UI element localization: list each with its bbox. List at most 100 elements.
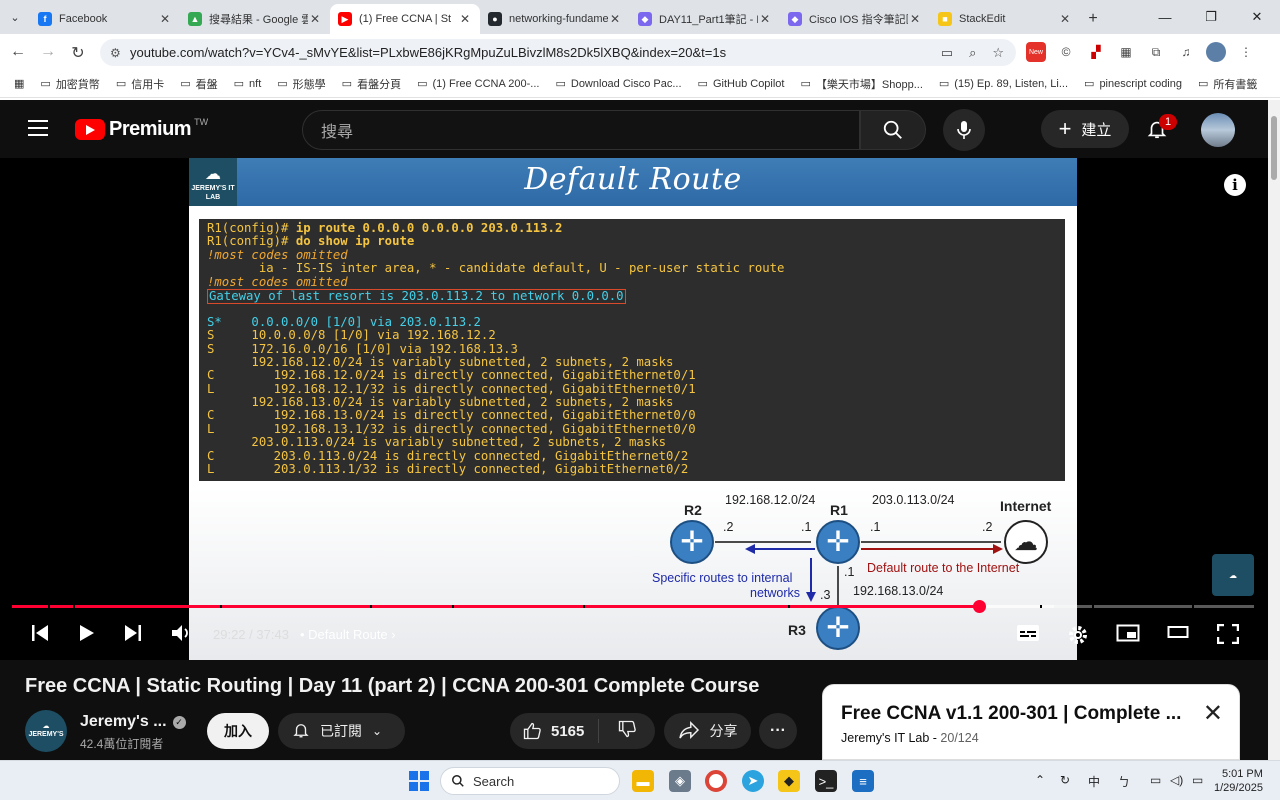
- new-tab-plus-icon[interactable]: +: [1080, 4, 1106, 34]
- bookmark-item[interactable]: ▭ Download Cisco Pac...: [547, 77, 689, 91]
- media-controls-icon[interactable]: ♫: [1176, 42, 1196, 62]
- apps-grid-icon[interactable]: ▦: [10, 77, 32, 90]
- bookmark-item[interactable]: ▭ (15) Ep. 89, Listen, Li...: [931, 77, 1076, 91]
- stackedit-icon[interactable]: ◆: [778, 770, 800, 792]
- search-button[interactable]: [860, 110, 926, 150]
- subtitles-icon[interactable]: [1016, 624, 1040, 647]
- bookmark-item[interactable]: ▭ 【樂天市場】Shopp...: [793, 76, 931, 92]
- page-scrollbar[interactable]: [1268, 100, 1280, 760]
- tab-close-icon[interactable]: ✕: [158, 12, 172, 26]
- tab-search-chevron-icon[interactable]: ⌄: [0, 0, 30, 34]
- channel-avatar[interactable]: ☁ JEREMY'S: [25, 710, 67, 752]
- windows-start-icon[interactable]: [408, 770, 430, 792]
- youtube-premium-logo[interactable]: Premium TW: [75, 117, 208, 141]
- playlist-owner[interactable]: Jeremy's IT Lab: [841, 731, 929, 745]
- playlist-title[interactable]: Free CCNA v1.1 200-301 | Complete ...: [841, 703, 1181, 725]
- tray-overflow-icon[interactable]: ⌃: [1035, 773, 1045, 787]
- restore-icon[interactable]: ❐: [1188, 0, 1234, 34]
- progress-bar[interactable]: [12, 605, 1254, 608]
- extension-flag-icon[interactable]: ▞: [1086, 42, 1106, 62]
- tab-close-icon[interactable]: ✕: [758, 12, 772, 26]
- sync-icon[interactable]: ↻: [1060, 773, 1070, 787]
- subscribed-button[interactable]: 已訂閱 ⌄: [278, 713, 405, 749]
- speaker-icon[interactable]: ◁): [1170, 773, 1183, 787]
- tab-close-icon[interactable]: ✕: [1058, 12, 1072, 26]
- bookmark-item[interactable]: ▭ 信用卡: [108, 76, 172, 92]
- notepad-icon[interactable]: ≡: [852, 770, 874, 792]
- tab-close-icon[interactable]: ✕: [458, 12, 472, 26]
- bookmark-item[interactable]: ▭ nft: [226, 77, 270, 91]
- dislike-button[interactable]: [599, 719, 655, 744]
- address-bar[interactable]: ⚙ youtube.com/watch?v=YCv4-_sMvYE&list=P…: [100, 39, 1016, 66]
- channel-name-link[interactable]: Jeremy's ... ✓: [80, 713, 186, 731]
- settings-gear-icon[interactable]: [1067, 624, 1089, 651]
- bookmark-item[interactable]: ▭ pinescript coding: [1076, 77, 1190, 91]
- close-window-icon[interactable]: ✕: [1234, 0, 1280, 34]
- bookmark-item[interactable]: ▭ 形態學: [269, 76, 333, 92]
- close-playlist-icon[interactable]: ✕: [1203, 699, 1223, 728]
- bookmark-item[interactable]: ▭ GitHub Copilot: [690, 77, 793, 91]
- fullscreen-icon[interactable]: [1216, 623, 1240, 649]
- network-icon[interactable]: ▭: [1150, 773, 1161, 787]
- ime-mode-icon[interactable]: ㄅ: [1118, 773, 1130, 790]
- browser-tab[interactable]: ● networking-fundame ✕: [480, 4, 630, 34]
- browser-tab[interactable]: ◆ Cisco IOS 指令筆記區 ✕: [780, 4, 930, 34]
- like-button[interactable]: 5165: [510, 719, 599, 743]
- minimize-icon[interactable]: —: [1142, 0, 1188, 34]
- back-arrow-icon[interactable]: ←: [3, 43, 33, 61]
- extension-c-icon[interactable]: ©: [1056, 42, 1076, 62]
- join-button[interactable]: 加入: [207, 713, 269, 749]
- zoom-icon[interactable]: ⌕: [969, 45, 976, 61]
- app-icon[interactable]: ◈: [669, 770, 691, 792]
- browser-tab[interactable]: ■ StackEdit ✕: [930, 4, 1080, 34]
- bookmark-item[interactable]: ▭ 看盤: [172, 76, 225, 92]
- browser-tab[interactable]: ◆ DAY11_Part1筆記 - H ✕: [630, 4, 780, 34]
- hamburger-menu-icon[interactable]: [28, 120, 48, 141]
- tab-close-icon[interactable]: ✕: [908, 12, 922, 26]
- video-player[interactable]: ☁ JEREMY'S IT LAB Default Route R1(confi…: [0, 158, 1268, 660]
- previous-icon[interactable]: [30, 624, 50, 647]
- bookmark-item[interactable]: ▭ 加密貨幣: [32, 76, 107, 92]
- bookmark-item[interactable]: ▭ 看盤分頁: [334, 76, 409, 92]
- play-icon[interactable]: [78, 624, 96, 647]
- voice-search-button[interactable]: [943, 109, 985, 151]
- search-input[interactable]: 搜尋: [302, 110, 860, 150]
- scrubber-handle[interactable]: [973, 600, 987, 613]
- bookmark-item[interactable]: ▭ 所有書籤: [1190, 76, 1265, 92]
- browser-tab[interactable]: f Facebook ✕: [30, 4, 180, 34]
- scrollbar-thumb[interactable]: [1271, 116, 1277, 180]
- reload-icon[interactable]: ↻: [63, 43, 93, 63]
- battery-icon[interactable]: ▭: [1192, 773, 1203, 787]
- extensions-puzzle-icon[interactable]: ⧉: [1146, 42, 1166, 62]
- telegram-icon[interactable]: ➤: [742, 770, 764, 792]
- account-avatar[interactable]: [1201, 113, 1235, 147]
- site-info-icon[interactable]: ⚙: [110, 46, 130, 60]
- tab-close-icon[interactable]: ✕: [308, 12, 322, 26]
- system-clock[interactable]: 5:01 PM 1/29/2025: [1214, 767, 1263, 795]
- share-button[interactable]: 分享: [664, 713, 751, 749]
- theater-mode-icon[interactable]: [1167, 624, 1189, 645]
- bookmark-item[interactable]: ▭ (1) Free CCNA 200-...: [409, 77, 547, 91]
- profile-avatar-icon[interactable]: [1206, 42, 1226, 62]
- cast-icon[interactable]: ▭: [941, 45, 953, 61]
- info-icon[interactable]: i: [1224, 174, 1246, 196]
- chapter-title-button[interactable]: • Default Route ›: [300, 627, 396, 642]
- ime-indicator[interactable]: 中: [1088, 773, 1100, 790]
- extension-grid-icon[interactable]: ▦: [1116, 42, 1136, 62]
- forward-arrow-icon[interactable]: →: [33, 43, 63, 61]
- next-icon[interactable]: [123, 624, 143, 647]
- terminal-icon[interactable]: >_: [815, 770, 837, 792]
- chrome-icon[interactable]: [705, 770, 727, 792]
- browser-tab[interactable]: ▲ 搜尋結果 - Google 雲端✕: [180, 4, 330, 34]
- browser-tab[interactable]: ▶ (1) Free CCNA | St ✕: [330, 4, 480, 34]
- miniplayer-icon[interactable]: [1116, 624, 1140, 647]
- create-button[interactable]: + 建立: [1041, 110, 1129, 148]
- extension-new-icon[interactable]: New: [1026, 42, 1046, 62]
- bookmark-star-icon[interactable]: ☆: [992, 45, 1004, 61]
- more-actions-icon[interactable]: ···: [759, 713, 797, 749]
- volume-icon[interactable]: [171, 624, 193, 647]
- tab-close-icon[interactable]: ✕: [608, 12, 622, 26]
- file-explorer-icon[interactable]: ▬: [632, 770, 654, 792]
- taskbar-search[interactable]: Search: [440, 767, 620, 795]
- browser-menu-icon[interactable]: ⋮: [1236, 42, 1256, 62]
